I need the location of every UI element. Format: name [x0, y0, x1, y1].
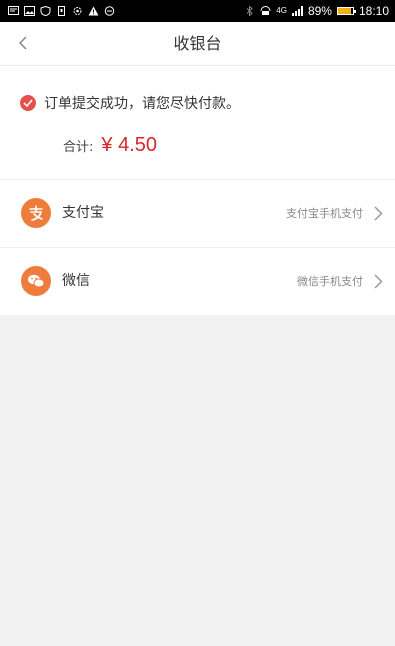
- chevron-right-icon: [374, 206, 383, 221]
- page-title: 收银台: [173, 34, 222, 53]
- total-row: 合计: ¥ 4.50: [63, 134, 157, 157]
- settings-icon: [72, 6, 83, 16]
- shield-icon: [40, 6, 51, 16]
- success-row: 订单提交成功，请您尽快付款。: [20, 93, 240, 113]
- payment-name: 支付宝: [62, 205, 104, 221]
- chevron-right-icon: [374, 274, 383, 289]
- status-bar: 4G 89% 18:10: [0, 0, 395, 22]
- clock: 18:10: [358, 4, 389, 18]
- payment-description: 微信手机支付: [297, 275, 363, 288]
- bluetooth-icon: [244, 6, 255, 16]
- warning-icon: [88, 6, 99, 16]
- battery-fill: [337, 8, 352, 14]
- payment-name: 微信: [62, 273, 90, 289]
- message-icon: [8, 6, 19, 16]
- battery-icon: [336, 7, 356, 15]
- wechat-icon: [21, 266, 51, 296]
- network-type: 4G: [276, 6, 287, 15]
- signal-icon: [291, 6, 303, 16]
- battery-percent: 89%: [307, 4, 332, 18]
- total-amount: ¥ 4.50: [101, 134, 157, 156]
- alipay-icon: [21, 198, 51, 228]
- payment-option-alipay[interactable]: 支付宝 支付宝手机支付: [0, 180, 395, 248]
- check-circle-icon: [20, 95, 36, 111]
- dnd-icon: [104, 6, 115, 16]
- hd-icon: [260, 6, 271, 16]
- payment-option-wechat[interactable]: 微信 微信手机支付: [0, 248, 395, 315]
- success-message: 订单提交成功，请您尽快付款。: [44, 96, 240, 112]
- top-nav-bar: 收银台: [0, 22, 395, 66]
- payment-method-list: 支付宝 支付宝手机支付 微信 微信手机支付: [0, 180, 395, 315]
- order-summary-card: 订单提交成功，请您尽快付款。 合计: ¥ 4.50: [0, 66, 395, 179]
- image-icon: [24, 6, 35, 16]
- payment-description: 支付宝手机支付: [286, 207, 363, 220]
- status-right-icons: 4G 89% 18:10: [244, 4, 389, 18]
- status-left-icons: [8, 6, 115, 16]
- phone-icon: [56, 6, 67, 16]
- total-label: 合计:: [63, 140, 94, 155]
